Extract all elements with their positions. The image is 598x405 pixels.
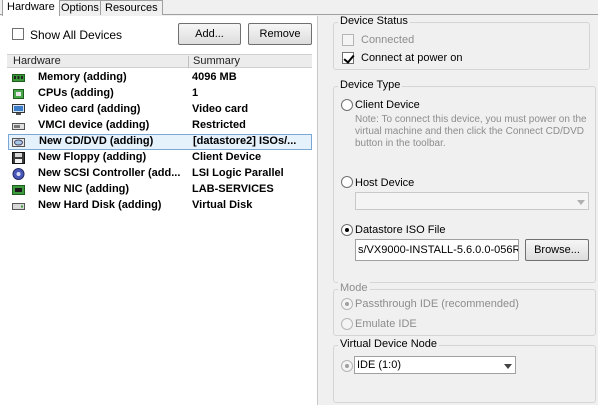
hardware-name: New Hard Disk (adding): [38, 199, 162, 211]
tab-resources[interactable]: Resources: [100, 0, 163, 15]
datastore-iso-radio[interactable]: [341, 224, 353, 236]
hardware-name: VMCI device (adding): [38, 119, 150, 131]
add-button[interactable]: Add...: [178, 23, 241, 45]
vmci-device-icon: [12, 123, 25, 130]
hardware-summary: [datastore2] ISOs/...: [193, 135, 297, 147]
hardware-name: Memory (adding): [38, 71, 127, 83]
hardware-table-header: Hardware Summary: [7, 54, 312, 68]
cpu-icon: [13, 89, 24, 99]
hardware-summary: LAB-SERVICES: [192, 183, 274, 195]
device-status-group: Device Status Connected Connect at power…: [333, 15, 590, 70]
host-device-radio[interactable]: [341, 176, 353, 188]
hardware-row-floppy[interactable]: New Floppy (adding) Client Device: [8, 150, 312, 166]
client-device-note: Note: To connect this device, you must p…: [355, 114, 587, 149]
hardware-summary: Video card: [192, 103, 249, 115]
hardware-summary: Restricted: [192, 119, 246, 131]
hardware-name: Video card (adding): [38, 103, 141, 115]
tab-hardware[interactable]: Hardware: [2, 0, 60, 16]
hardware-name: New NIC (adding): [38, 183, 130, 195]
emulate-ide-label: Emulate IDE: [355, 318, 417, 330]
host-device-label: Host Device: [355, 177, 415, 189]
hardware-row-vmci-device[interactable]: VMCI device (adding) Restricted: [8, 118, 312, 134]
hardware-summary: 1: [192, 87, 199, 99]
emulate-ide-radio[interactable]: [341, 318, 353, 330]
column-separator[interactable]: [188, 56, 189, 68]
hardware-row-cd-dvd[interactable]: New CD/DVD (adding) [datastore2] ISOs/..…: [8, 134, 312, 150]
hardware-row-nic[interactable]: New NIC (adding) LAB-SERVICES: [8, 182, 312, 198]
device-type-group: Device Type Client Device Note: To conne…: [333, 79, 596, 283]
virtual-device-node-select[interactable]: IDE (1:0): [354, 356, 516, 374]
hardware-row-scsi-controller[interactable]: New SCSI Controller (add... LSI Logic Pa…: [8, 166, 312, 182]
hardware-row-cpus[interactable]: CPUs (adding) 1: [8, 86, 312, 102]
hardware-row-hard-disk[interactable]: New Hard Disk (adding) Virtual Disk: [8, 198, 312, 214]
device-type-legend: Device Type: [338, 79, 403, 91]
mode-legend: Mode: [338, 282, 370, 294]
show-all-devices-label: Show All Devices: [30, 28, 123, 42]
client-device-label: Client Device: [355, 99, 420, 111]
show-all-devices-checkbox[interactable]: [12, 28, 24, 40]
connected-checkbox[interactable]: [342, 34, 354, 46]
virtual-device-node-legend: Virtual Device Node: [338, 338, 440, 350]
cd-dvd-icon: [12, 138, 25, 147]
connect-at-power-on-label: Connect at power on: [361, 52, 463, 64]
column-header-hardware[interactable]: Hardware: [13, 55, 61, 68]
hardware-summary: LSI Logic Parallel: [192, 167, 284, 179]
hard-disk-icon: [12, 203, 25, 210]
hardware-name: New Floppy (adding): [38, 151, 147, 163]
connected-label: Connected: [361, 34, 415, 46]
device-status-legend: Device Status: [338, 15, 410, 27]
hardware-summary: 4096 MB: [192, 71, 237, 83]
hardware-row-memory[interactable]: Memory (adding) 4096 MB: [8, 70, 312, 86]
datastore-iso-label: Datastore ISO File: [355, 224, 446, 236]
iso-path-input[interactable]: s/VX9000-INSTALL-5.6.0.0-056R.iso: [355, 239, 519, 261]
virtual-device-node-radio[interactable]: [341, 360, 353, 372]
hardware-name: New CD/DVD (adding): [39, 135, 154, 147]
device-settings-pane: Device Status Connected Connect at power…: [319, 15, 598, 405]
remove-button[interactable]: Remove: [248, 23, 312, 45]
tab-strip: Hardware Options Resources: [0, 0, 598, 16]
mode-group: Mode Passthrough IDE (recommended) Emula…: [333, 282, 596, 336]
passthrough-ide-label: Passthrough IDE (recommended): [355, 298, 519, 310]
hardware-row-video-card[interactable]: Video card (adding) Video card: [8, 102, 312, 118]
dropdown-arrow-icon: [573, 193, 588, 209]
virtual-device-node-value: IDE (1:0): [357, 359, 402, 371]
virtual-device-node-group: Virtual Device Node IDE (1:0): [333, 338, 596, 403]
video-card-icon: [12, 104, 25, 115]
scsi-controller-icon: [12, 168, 25, 180]
column-header-summary[interactable]: Summary: [193, 55, 240, 68]
passthrough-ide-radio[interactable]: [341, 298, 353, 310]
connect-at-power-on-checkbox[interactable]: [342, 52, 354, 64]
hardware-summary: Client Device: [192, 151, 262, 163]
tab-options[interactable]: Options: [56, 0, 104, 15]
memory-icon: [12, 74, 25, 82]
host-device-select[interactable]: [355, 192, 589, 210]
browse-button[interactable]: Browse...: [525, 239, 589, 261]
network-adapter-icon: [12, 185, 25, 195]
hardware-summary: Virtual Disk: [192, 199, 253, 211]
dropdown-arrow-icon: [500, 357, 515, 373]
client-device-radio[interactable]: [341, 99, 353, 111]
floppy-icon: [12, 152, 25, 164]
hardware-name: CPUs (adding): [38, 87, 114, 99]
hardware-name: New SCSI Controller (add...: [38, 167, 181, 179]
